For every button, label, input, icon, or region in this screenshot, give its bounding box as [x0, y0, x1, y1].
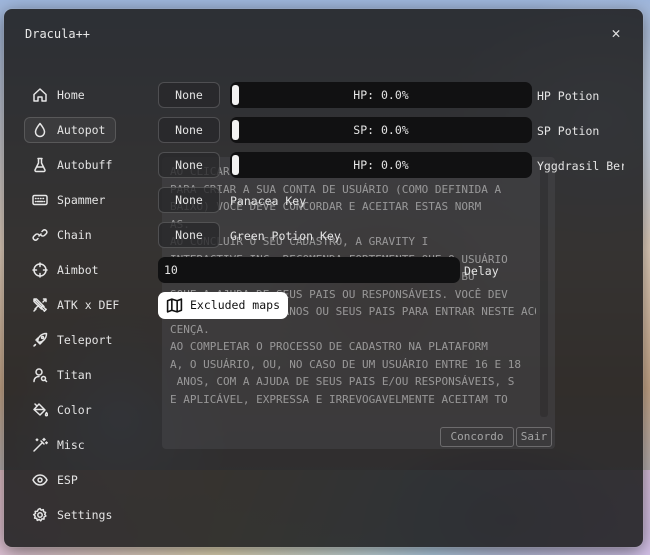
close-icon[interactable]: ✕ — [608, 25, 624, 41]
license-line: A, O USUÁRIO, OU, NO CASO DE UM USUÁRIO … — [170, 357, 521, 371]
sidebar-item-label: Aimbot — [57, 263, 99, 277]
sidebar-item-label: ATK x DEF — [57, 298, 120, 312]
license-scrollbar[interactable] — [540, 167, 548, 417]
cheat-window: Dracula++ ✕ AO CLICAR DE ACORDO, VOCÊ CO… — [4, 9, 643, 547]
sidebar-item-label: Autobuff — [57, 158, 113, 172]
sidebar-item-label: Settings — [57, 508, 113, 522]
sidebar-item-home[interactable]: Home — [24, 82, 116, 108]
user-search-icon — [33, 368, 48, 383]
gear-icon — [32, 507, 47, 522]
green-potion-key-label: Green Potion Key — [230, 229, 341, 243]
hp-potion-key-button[interactable]: None — [158, 82, 220, 108]
sidebar-item-autopot[interactable]: Autopot — [24, 117, 116, 143]
slider-value: SP: 0.0% — [353, 123, 409, 137]
home-icon — [33, 88, 47, 102]
sp-potion-label: SP Potion — [537, 124, 600, 138]
exit-button[interactable]: Sair — [516, 427, 552, 447]
delay-input[interactable]: 10 — [158, 257, 460, 283]
eye-icon — [32, 474, 48, 486]
sidebar-item-titan[interactable]: Titan — [24, 362, 116, 388]
panacea-key-label: Panacea Key — [230, 194, 307, 208]
delay-label: Delay — [464, 264, 499, 278]
sidebar-item-color[interactable]: Color — [24, 397, 116, 423]
license-line: BAIXO) VOCÊ DEVE CONCORDAR E ACEITAR EST… — [170, 200, 482, 213]
rocket-icon — [33, 332, 48, 347]
license-line: PARA CRIAR A SUA CONTA DE USUÁRIO (COMO … — [170, 182, 502, 196]
sidebar-item-atk-x-def[interactable]: ATK x DEF — [24, 292, 120, 318]
panacea-key-button[interactable]: None — [158, 187, 220, 213]
license-line: ANOS, COM A AJUDA DE SEUS PAIS E/OU RESP… — [170, 375, 515, 388]
sidebar-item-teleport[interactable]: Teleport — [24, 327, 116, 353]
license-line: CENÇA. — [170, 322, 210, 336]
slider-knob[interactable] — [232, 155, 239, 175]
wand-icon — [33, 437, 48, 452]
flask-icon — [34, 157, 46, 173]
sidebar-item-aimbot[interactable]: Aimbot — [24, 257, 116, 283]
license-text: AO CLICAR DE ACORDO, VOCÊ CONCORDAPARA C… — [170, 163, 536, 415]
sidebar-item-label: Home — [57, 88, 85, 102]
swords-icon — [33, 298, 47, 312]
sidebar-item-label: Titan — [57, 368, 92, 382]
yggdrasil-key-button[interactable]: None — [158, 152, 220, 178]
sp-potion-key-button[interactable]: None — [158, 117, 220, 143]
sidebar-item-misc[interactable]: Misc — [24, 432, 116, 458]
sidebar-item-label: ESP — [57, 473, 78, 487]
slider-value: HP: 0.0% — [353, 158, 409, 172]
sidebar-item-label: Color — [57, 403, 92, 417]
excluded-maps-button[interactable]: Excluded maps — [158, 292, 288, 319]
license-line: AS. — [170, 216, 536, 234]
license-line: AO CONCLUIR O SEU CADASTRO, A GRAVITY I — [170, 235, 429, 248]
keyboard-icon — [32, 194, 48, 206]
slider-knob[interactable] — [232, 120, 239, 140]
yggdrasil-threshold-slider[interactable]: HP: 0.0% — [230, 152, 532, 178]
sidebar-item-spammer[interactable]: Spammer — [24, 187, 116, 213]
hp-potion-label: HP Potion — [537, 89, 600, 103]
drop-icon — [34, 122, 46, 138]
link-icon — [32, 229, 48, 241]
window-title: Dracula++ — [25, 27, 91, 41]
green-potion-key-button[interactable]: None — [158, 222, 220, 248]
slider-value: HP: 0.0% — [353, 88, 409, 102]
hp-threshold-slider[interactable]: HP: 0.0% — [230, 82, 532, 108]
excluded-maps-label: Excluded maps — [190, 298, 281, 312]
sidebar-item-settings[interactable]: Settings — [24, 502, 116, 528]
sidebar-item-chain[interactable]: Chain — [24, 222, 116, 248]
sidebar-item-esp[interactable]: ESP — [24, 467, 116, 493]
sidebar-item-label: Chain — [57, 228, 92, 242]
slider-knob[interactable] — [232, 85, 239, 105]
paint-bucket-icon — [33, 403, 48, 417]
sidebar-item-label: Misc — [57, 438, 85, 452]
license-line: AO COMPLETAR O PROCESSO DE CADASTRO NA P… — [170, 340, 488, 353]
sidebar-item-label: Spammer — [57, 193, 106, 207]
sidebar-item-autobuff[interactable]: Autobuff — [24, 152, 116, 178]
crosshair-icon — [32, 262, 48, 278]
sp-threshold-slider[interactable]: SP: 0.0% — [230, 117, 532, 143]
sidebar-item-label: Teleport — [57, 333, 113, 347]
agree-button[interactable]: Concordo — [440, 427, 514, 447]
sidebar-item-label: Autopot — [57, 123, 106, 137]
map-icon — [166, 298, 183, 313]
yggdrasil-label: Yggdrasil Ber — [537, 159, 624, 173]
license-line: E APLICÁVEL, EXPRESSA E IRREVOGAVELMENTE… — [170, 392, 508, 406]
